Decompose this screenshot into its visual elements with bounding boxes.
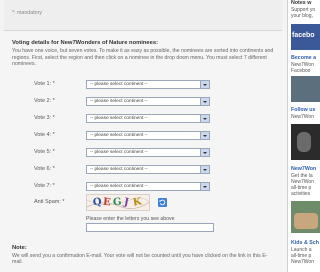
sidebar-kids-title[interactable]: Kids & Sch: [291, 240, 319, 246]
sidebar-news-title[interactable]: New7Won: [291, 166, 316, 172]
vote-form: *: mandatory Voting details for New7Wond…: [0, 0, 287, 272]
chevron-down-icon[interactable]: [200, 81, 209, 88]
vote-3-label: Vote 3: *: [34, 115, 55, 121]
note-text: We will send you a confirmation E-mail. …: [12, 253, 268, 266]
facebook-logo-text: facebo: [292, 32, 315, 39]
vote-1-select[interactable]: -- please select continent --: [86, 80, 210, 89]
captcha-char-2: E: [102, 196, 112, 209]
vote-6-select-value: -- please select continent --: [90, 167, 148, 172]
sidebar-facebook-title[interactable]: Become a: [291, 55, 316, 61]
sidebar-notes-line-2: your blog,: [291, 13, 313, 19]
vote-6-select[interactable]: -- please select continent --: [86, 165, 210, 174]
twitter-thumbnail[interactable]: [291, 76, 320, 102]
vote-2-label: Vote 2: *: [34, 98, 55, 104]
vote-7-select[interactable]: -- please select continent --: [86, 182, 210, 191]
kids-photo-detail: [294, 213, 318, 229]
anti-spam-label: Anti Spam: *: [34, 199, 65, 205]
captcha-char-1: Q: [92, 196, 103, 209]
chevron-down-icon[interactable]: [200, 132, 209, 139]
vote-4-select[interactable]: -- please select continent --: [86, 131, 210, 140]
refresh-icon[interactable]: [158, 198, 167, 207]
video-figure: [297, 132, 311, 152]
sidebar-news-line-4: activities: [291, 191, 311, 197]
sidebar-kids-line-3: New7Won: [291, 259, 314, 265]
vote-4-label: Vote 4: *: [34, 132, 55, 138]
facebook-logo[interactable]: facebo: [291, 24, 320, 50]
vote-4-select-value: -- please select continent --: [90, 133, 148, 138]
sidebar-facebook-line-2: Faceboo: [291, 68, 311, 74]
chevron-down-icon[interactable]: [200, 166, 209, 173]
form-header-strip: [4, 0, 282, 31]
note-title: Note:: [12, 245, 27, 251]
vote-3-select-value: -- please select continent --: [90, 116, 148, 121]
captcha-image: Q E G J K: [86, 194, 150, 211]
vote-5-select[interactable]: -- please select continent --: [86, 148, 210, 157]
vote-6-label: Vote 6: *: [34, 166, 55, 172]
chevron-down-icon[interactable]: [200, 98, 209, 105]
sidebar-follow-title[interactable]: Follow us: [291, 107, 315, 113]
sidebar-follow-line-1: New7Won: [291, 114, 314, 120]
chevron-down-icon[interactable]: [200, 115, 209, 122]
voting-title: Voting details for New7Wonders of Nature…: [12, 40, 159, 46]
chevron-down-icon[interactable]: [200, 149, 209, 156]
video-thumbnail[interactable]: [291, 124, 320, 160]
captcha-char-3: G: [112, 196, 123, 209]
vote-7-label: Vote 7: *: [34, 183, 55, 189]
vote-5-select-value: -- please select continent --: [90, 150, 148, 155]
sidebar-notes-title[interactable]: Notes w: [291, 0, 311, 6]
chevron-down-icon[interactable]: [200, 183, 209, 190]
mandatory-note: *: mandatory: [12, 10, 43, 16]
vote-1-select-value: -- please select continent --: [90, 82, 148, 87]
vote-1-label: Vote 1: *: [34, 81, 55, 87]
vote-2-select[interactable]: -- please select continent --: [86, 97, 210, 106]
vote-2-select-value: -- please select continent --: [90, 99, 148, 104]
voting-intro: You have one voice, but seven votes. To …: [12, 48, 274, 68]
vote-3-select[interactable]: -- please select continent --: [86, 114, 210, 123]
captcha-input[interactable]: [86, 223, 214, 232]
vote-5-label: Vote 5: *: [34, 149, 55, 155]
kids-thumbnail[interactable]: [291, 201, 320, 233]
vote-7-select-value: -- please select continent --: [90, 184, 148, 189]
captcha-char-5: K: [132, 196, 143, 209]
right-sidebar: Notes w Support yo your blog, facebo Bec…: [287, 0, 320, 272]
captcha-hint: Please enter the letters you see above: [86, 216, 175, 222]
